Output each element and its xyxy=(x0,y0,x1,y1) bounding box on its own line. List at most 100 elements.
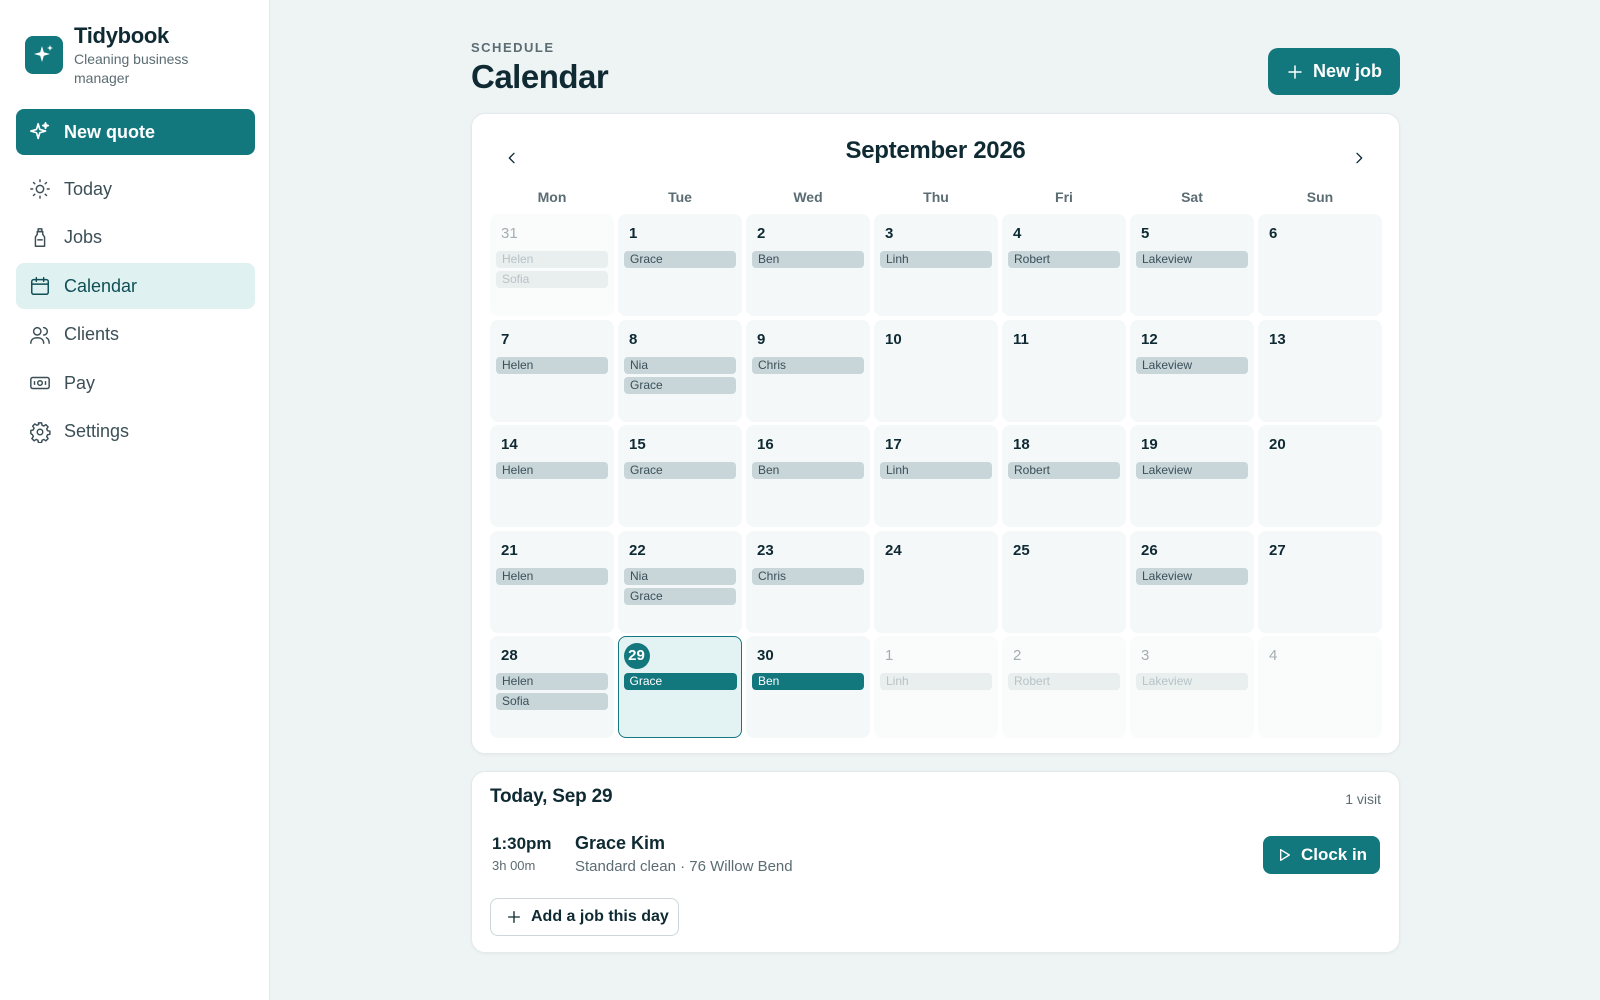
calendar-event[interactable]: Helen xyxy=(496,567,608,585)
day-number: 29 xyxy=(623,642,650,669)
calendar-day[interactable]: 1 Linh xyxy=(874,636,998,738)
calendar-event[interactable]: Robert xyxy=(1008,673,1120,690)
day-number: 3 xyxy=(1141,647,1150,664)
calendar-event[interactable]: Lakeview xyxy=(1136,251,1248,268)
calendar-event[interactable]: Lakeview xyxy=(1136,356,1248,374)
calendar-event[interactable]: Grace xyxy=(624,251,736,268)
day-events: Grace xyxy=(624,462,736,479)
calendar-day[interactable]: 16 Ben xyxy=(746,425,870,527)
calendar-event[interactable]: Sofia xyxy=(496,693,608,710)
calendar-day[interactable]: 14 Helen xyxy=(490,425,614,527)
calendar-day[interactable]: 1 Grace xyxy=(618,214,742,316)
calendar-day[interactable]: 3 Lakeview xyxy=(1130,636,1254,738)
calendar-day-today[interactable]: 29 Grace xyxy=(618,636,742,738)
calendar-day[interactable]: 25 xyxy=(1002,530,1126,633)
day-events: Robert xyxy=(1008,462,1120,479)
add-job-this-day-button[interactable]: Add a job this day xyxy=(490,898,679,936)
calendar-day[interactable]: 13 xyxy=(1258,319,1382,422)
sidebar-item-today[interactable]: Today xyxy=(16,166,255,212)
calendar-event[interactable]: Linh xyxy=(880,462,992,479)
day-events: Helen Sofia xyxy=(496,673,608,710)
calendar-event[interactable]: Ben xyxy=(752,673,864,690)
calendar-event[interactable]: Lakeview xyxy=(1136,462,1248,479)
calendar-event[interactable]: Robert xyxy=(1008,251,1120,268)
sidebar-item-pay[interactable]: Pay xyxy=(16,360,255,406)
day-number: 21 xyxy=(501,541,518,559)
calendar-event[interactable]: Lakeview xyxy=(1136,673,1248,690)
new-quote-button[interactable]: New quote xyxy=(16,109,255,155)
calendar-event[interactable]: Chris xyxy=(752,356,864,374)
calendar-day[interactable]: 17 Linh xyxy=(874,425,998,527)
calendar-day[interactable]: 28 Helen Sofia xyxy=(490,636,614,738)
calendar-day[interactable]: 20 xyxy=(1258,425,1382,527)
calendar-event[interactable]: Helen xyxy=(496,673,608,690)
calendar-event[interactable]: Robert xyxy=(1008,462,1120,479)
calendar-event[interactable]: Grace xyxy=(624,376,736,394)
next-month-button[interactable] xyxy=(1343,142,1375,174)
day-number: 1 xyxy=(629,225,638,242)
sidebar-item-clients[interactable]: Clients xyxy=(16,312,255,358)
calendar-event[interactable]: Grace xyxy=(623,672,737,690)
visit-detail: Standard clean · 76 Willow Bend xyxy=(575,858,793,875)
day-number: 31 xyxy=(501,225,518,242)
calendar-event[interactable]: Lakeview xyxy=(1136,567,1248,585)
app-tagline: Cleaning business manager xyxy=(74,51,189,86)
clock-in-button[interactable]: Clock in xyxy=(1263,836,1380,874)
calendar-day[interactable]: 11 xyxy=(1002,319,1126,422)
calendar-day[interactable]: 5 Lakeview xyxy=(1130,214,1254,316)
day-events: Helen xyxy=(496,462,608,479)
calendar-event[interactable]: Nia xyxy=(624,567,736,585)
day-events: Ben xyxy=(752,251,864,268)
calendar-event[interactable]: Grace xyxy=(624,587,736,605)
day-events: Lakeview xyxy=(1136,673,1248,690)
calendar-day[interactable]: 23 Chris xyxy=(746,530,870,633)
plus-icon xyxy=(508,911,520,923)
calendar-event[interactable]: Grace xyxy=(624,462,736,479)
weekday-label: Tue xyxy=(668,189,692,205)
calendar-day[interactable]: 19 Lakeview xyxy=(1130,425,1254,527)
calendar-day[interactable]: 21 Helen xyxy=(490,530,614,633)
sidebar-item-settings[interactable]: Settings xyxy=(16,409,255,455)
calendar-day[interactable]: 4 xyxy=(1258,636,1382,738)
visit-client-name[interactable]: Grace Kim xyxy=(575,833,665,854)
new-job-label: New job xyxy=(1312,61,1382,81)
calendar-event[interactable]: Chris xyxy=(752,567,864,585)
calendar-day[interactable]: 2 Ben xyxy=(746,214,870,316)
day-events: Chris xyxy=(752,567,864,585)
calendar-event[interactable]: Ben xyxy=(752,462,864,479)
calendar-event[interactable]: Helen xyxy=(496,356,608,374)
calendar-day[interactable]: 22 Nia Grace xyxy=(618,530,742,633)
calendar-event[interactable]: Linh xyxy=(880,251,992,268)
calendar-day[interactable]: 3 Linh xyxy=(874,214,998,316)
calendar-day[interactable]: 15 Grace xyxy=(618,425,742,527)
calendar-day[interactable]: 30 Ben xyxy=(746,636,870,738)
calendar-event[interactable]: Nia xyxy=(624,356,736,374)
day-events: Linh xyxy=(880,251,992,268)
calendar-event[interactable]: Sofia xyxy=(496,271,608,288)
calendar-day[interactable]: 18 Robert xyxy=(1002,425,1126,527)
calendar-day[interactable]: 10 xyxy=(874,319,998,422)
calendar-event[interactable]: Helen xyxy=(496,251,608,268)
calendar-day[interactable]: 6 xyxy=(1258,214,1382,316)
calendar-day[interactable]: 4 Robert xyxy=(1002,214,1126,316)
calendar-day[interactable]: 2 Robert xyxy=(1002,636,1126,738)
calendar-day[interactable]: 8 Nia Grace xyxy=(618,319,742,422)
calendar-day[interactable]: 9 Chris xyxy=(746,319,870,422)
sidebar-item-jobs[interactable]: Jobs xyxy=(16,215,255,261)
calendar-event[interactable]: Helen xyxy=(496,462,608,479)
calendar-day[interactable]: 7 Helen xyxy=(490,319,614,422)
calendar-day[interactable]: 26 Lakeview xyxy=(1130,530,1254,633)
page-title: Calendar xyxy=(471,58,609,95)
plus-icon xyxy=(1288,64,1302,79)
calendar-day[interactable]: 12 Lakeview xyxy=(1130,319,1254,422)
chevron-right-icon xyxy=(1356,152,1363,164)
calendar-event[interactable]: Linh xyxy=(880,673,992,690)
new-job-button[interactable]: New job xyxy=(1268,48,1400,95)
sidebar-item-calendar[interactable]: Calendar xyxy=(16,263,255,309)
calendar-day[interactable]: 24 xyxy=(874,530,998,633)
calendar-day[interactable]: 31 Helen Sofia xyxy=(490,214,614,316)
calendar-day[interactable]: 27 xyxy=(1258,530,1382,633)
month-title: September 2026 xyxy=(845,137,1026,164)
calendar-event[interactable]: Ben xyxy=(752,251,864,268)
spray-bottle-icon xyxy=(34,227,46,247)
